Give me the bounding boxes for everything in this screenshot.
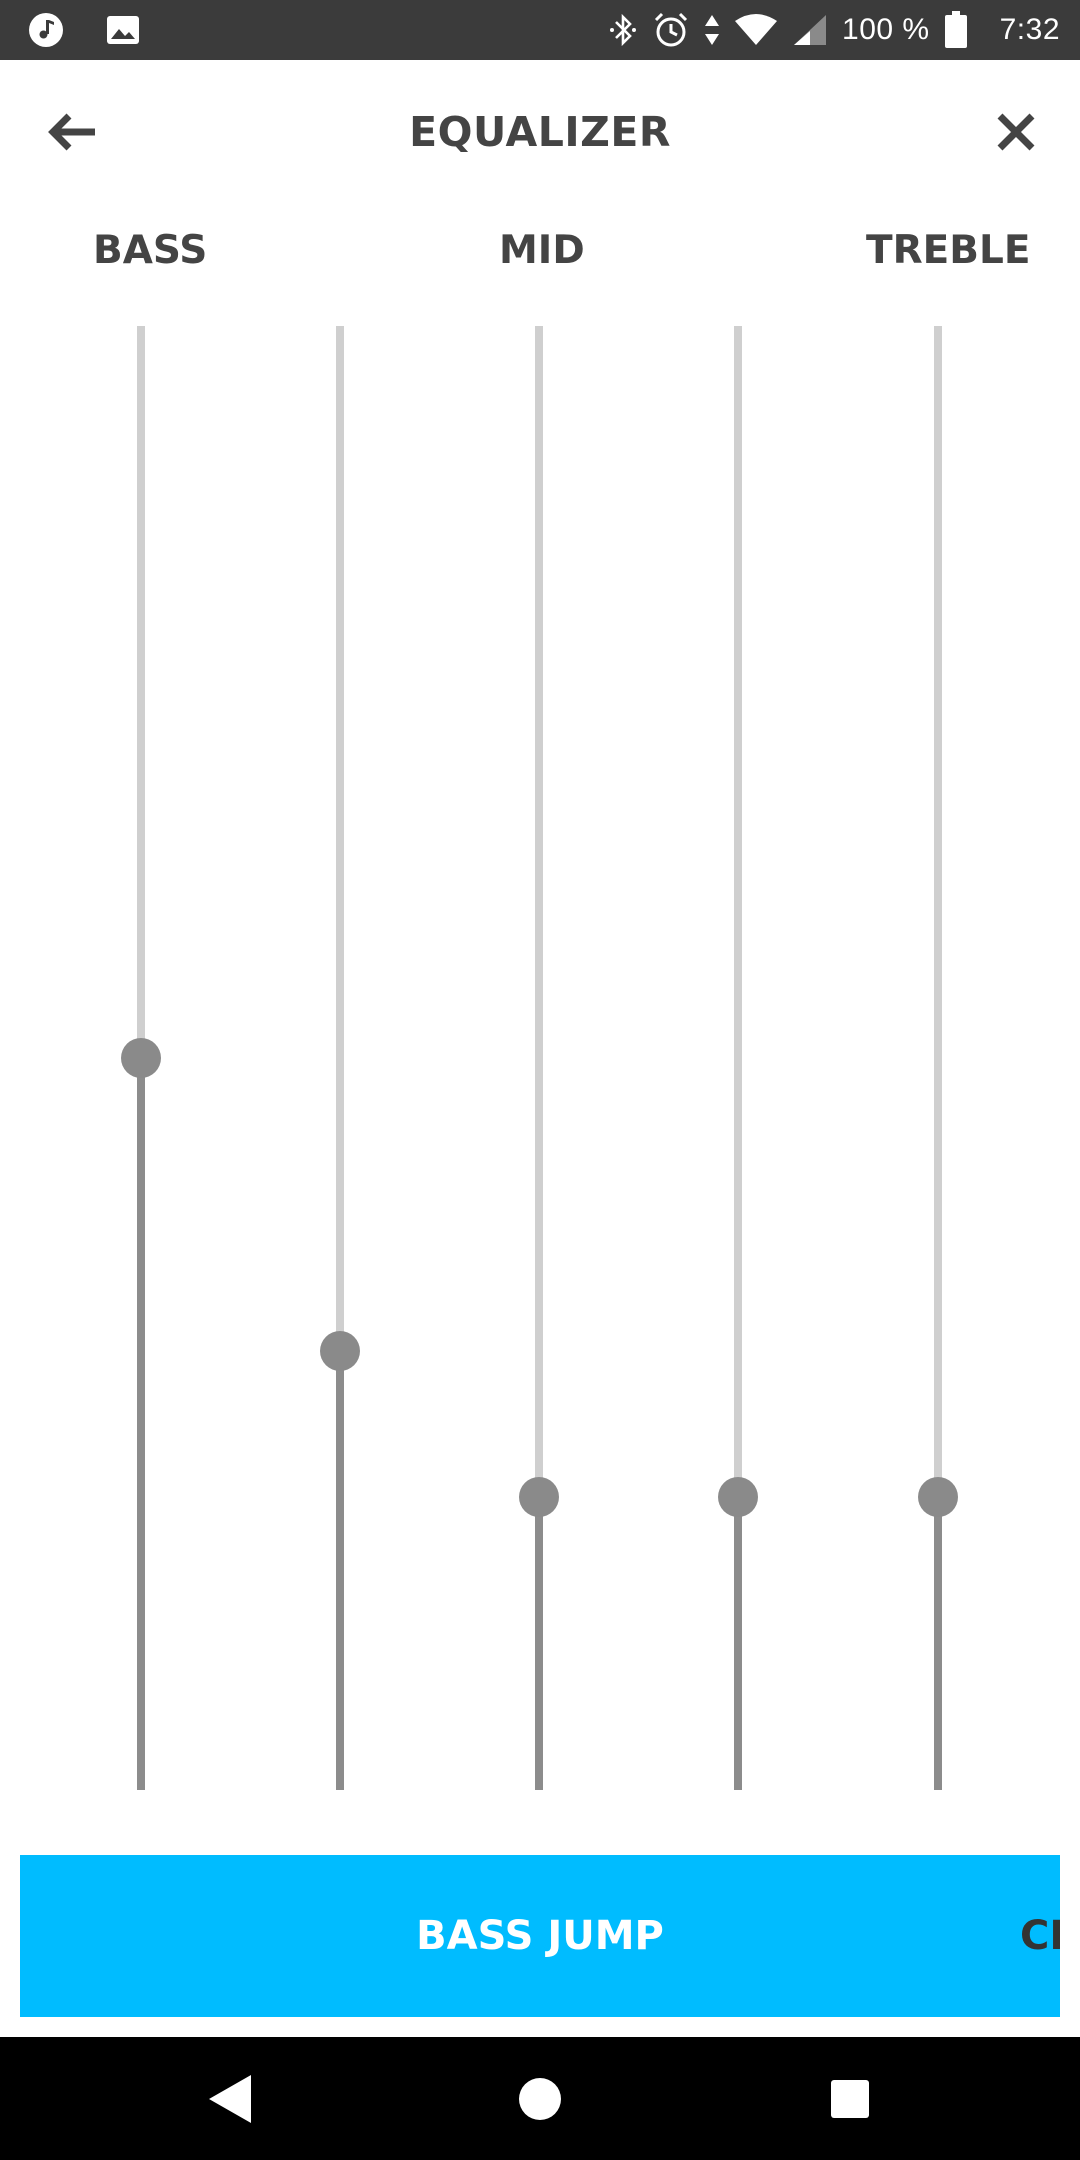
slider-track (934, 326, 942, 1497)
slider-track (734, 326, 742, 1497)
music-note-icon (28, 12, 64, 48)
nav-home-icon (519, 2077, 561, 2120)
battery-icon (944, 11, 968, 49)
eq-slider-5[interactable] (898, 326, 978, 1790)
slider-thumb[interactable] (320, 1331, 360, 1371)
eq-slider-3[interactable] (499, 326, 579, 1790)
eq-slider-4[interactable] (698, 326, 778, 1790)
page-title: EQUALIZER (409, 108, 671, 156)
status-bar: 100 % 7:32 (0, 0, 1080, 60)
slider-track-fill (535, 1497, 543, 1790)
cell-signal-icon (792, 13, 828, 47)
battery-percentage: 100 % (842, 13, 930, 46)
nav-recents-button[interactable] (790, 2037, 910, 2160)
eq-slider-2[interactable] (300, 326, 380, 1790)
bluetooth-icon (608, 12, 638, 48)
slider-thumb[interactable] (918, 1477, 958, 1517)
eq-slider-1[interactable] (101, 326, 181, 1790)
band-label-bass: BASS (93, 228, 208, 273)
navigation-bar (0, 2037, 1080, 2160)
clock: 7:32 (999, 13, 1060, 46)
slider-track (535, 326, 543, 1497)
wifi-icon (734, 13, 778, 47)
slider-track-fill (934, 1497, 942, 1790)
nav-back-button[interactable] (170, 2037, 290, 2160)
preset-bass-jump-button[interactable]: BASS JUMP (20, 1855, 1060, 2017)
slider-track (137, 326, 145, 1058)
alarm-icon (652, 11, 690, 49)
app-header: EQUALIZER (0, 60, 1080, 205)
slider-thumb[interactable] (519, 1477, 559, 1517)
preset-next-button[interactable]: CH (1020, 1855, 1060, 2017)
nav-back-icon (209, 2074, 251, 2123)
status-right-icons: 100 % 7:32 (608, 0, 1060, 60)
image-icon (106, 15, 140, 45)
slider-track-fill (336, 1351, 344, 1790)
status-left-icons (28, 0, 140, 60)
slider-thumb[interactable] (121, 1038, 161, 1078)
slider-track (336, 326, 344, 1351)
band-label-treble: TREBLE (866, 228, 1031, 273)
close-icon (997, 113, 1035, 151)
nav-home-button[interactable] (480, 2037, 600, 2160)
slider-track-fill (137, 1058, 145, 1790)
close-button[interactable] (986, 102, 1046, 162)
data-arrows-icon (704, 13, 720, 47)
preset-carousel[interactable]: BASS JUMP CH (20, 1855, 1060, 2017)
slider-thumb[interactable] (718, 1477, 758, 1517)
nav-recents-icon (831, 2079, 869, 2118)
band-label-mid: MID (499, 228, 585, 273)
slider-track-fill (734, 1497, 742, 1790)
